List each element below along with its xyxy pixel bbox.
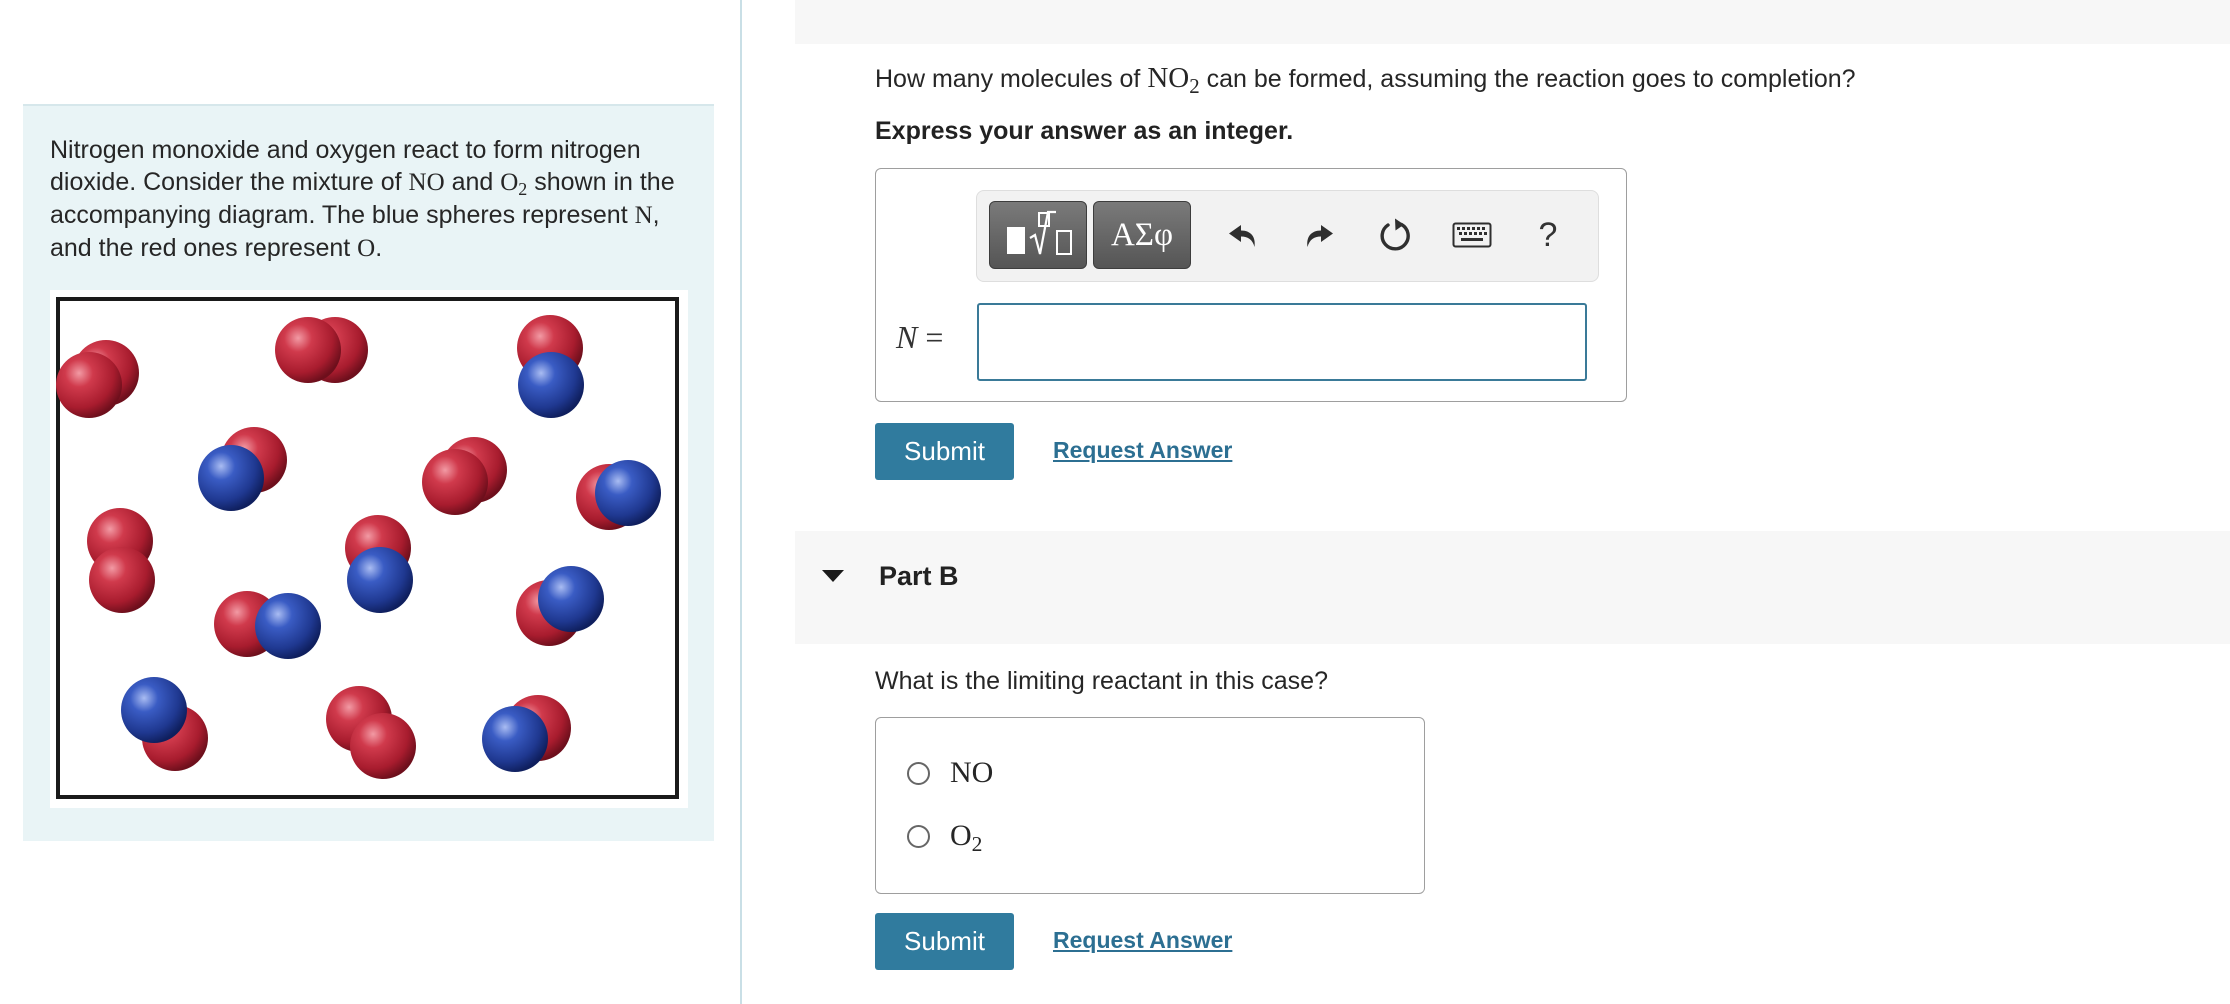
answer-format-instruction: Express your answer as an integer. bbox=[875, 117, 1294, 145]
part-a-request-answer-link[interactable]: Request Answer bbox=[1053, 437, 1232, 464]
no-molecule bbox=[517, 315, 584, 418]
redo-button[interactable] bbox=[1289, 205, 1349, 265]
nitrogen-atom bbox=[121, 677, 187, 743]
option-no[interactable]: NO bbox=[907, 753, 993, 793]
answer-variable-label: N = bbox=[896, 319, 944, 355]
undo-button[interactable] bbox=[1213, 205, 1273, 265]
symbol-oxygen: O bbox=[357, 235, 376, 262]
undo-icon bbox=[1229, 225, 1255, 247]
part-a-question: How many molecules of NO2 can be formed,… bbox=[875, 62, 1856, 98]
o2-molecule bbox=[87, 508, 155, 613]
fraction-radical-template-icon bbox=[1007, 210, 1072, 255]
no-molecule bbox=[345, 515, 413, 613]
oxygen-atom bbox=[422, 449, 488, 515]
nitrogen-atom bbox=[347, 547, 413, 613]
radio-button[interactable] bbox=[907, 824, 930, 848]
nitrogen-atom bbox=[198, 445, 264, 511]
part-a-header-band bbox=[795, 0, 2230, 44]
redo-icon bbox=[1307, 225, 1333, 247]
problem-statement-panel: Nitrogen monoxide and oxygen react to fo… bbox=[23, 104, 714, 841]
limiting-reactant-options: NO O2 bbox=[875, 717, 1425, 894]
answer-entry-box: ΑΣφ ? N = bbox=[875, 168, 1627, 402]
molecule-diagram-svg bbox=[56, 297, 679, 799]
radio-button[interactable] bbox=[907, 761, 930, 785]
reset-button[interactable] bbox=[1366, 205, 1426, 265]
option-o2[interactable]: O2 bbox=[907, 816, 982, 856]
molecule-mixture-diagram bbox=[50, 290, 688, 808]
formula-no2: NO2 bbox=[1147, 62, 1200, 98]
part-b-request-answer-link[interactable]: Request Answer bbox=[1053, 927, 1232, 954]
option-label: O2 bbox=[950, 819, 983, 857]
nitrogen-atom bbox=[255, 593, 321, 659]
part-b-title: Part B bbox=[879, 561, 959, 591]
oxygen-atom bbox=[56, 352, 122, 418]
oxygen-atom bbox=[275, 317, 341, 383]
pane-divider bbox=[740, 0, 742, 1004]
keyboard-icon bbox=[1452, 222, 1492, 248]
o2-molecule bbox=[275, 317, 368, 383]
nitrogen-atom bbox=[482, 706, 548, 772]
symbols-button[interactable]: ΑΣφ bbox=[1093, 201, 1191, 269]
help-button[interactable]: ? bbox=[1518, 205, 1578, 265]
oxygen-atom bbox=[350, 713, 416, 779]
formula-no: NO bbox=[408, 169, 445, 196]
part-b-submit-button[interactable]: Submit bbox=[875, 913, 1014, 970]
symbol-nitrogen: N bbox=[634, 202, 653, 229]
keyboard-button[interactable] bbox=[1442, 205, 1502, 265]
greek-symbols-label: ΑΣφ bbox=[1110, 216, 1174, 253]
answer-input[interactable] bbox=[977, 303, 1587, 381]
nitrogen-atom bbox=[518, 352, 584, 418]
oxygen-atom bbox=[89, 547, 155, 613]
problem-intro-text: Nitrogen monoxide and oxygen react to fo… bbox=[50, 136, 675, 262]
part-b-header[interactable]: Part B bbox=[795, 531, 2230, 644]
templates-button[interactable] bbox=[989, 201, 1087, 269]
nitrogen-atom bbox=[538, 566, 604, 632]
option-label: NO bbox=[950, 756, 994, 789]
math-toolbar: ΑΣφ ? bbox=[976, 190, 1599, 282]
reset-icon bbox=[1380, 218, 1410, 251]
caret-down-icon[interactable] bbox=[822, 570, 844, 582]
no-molecule bbox=[214, 591, 321, 659]
part-a-submit-button[interactable]: Submit bbox=[875, 423, 1014, 480]
nitrogen-atom bbox=[595, 460, 661, 526]
formula-o2: O2 bbox=[500, 169, 528, 200]
part-b-question: What is the limiting reactant in this ca… bbox=[875, 667, 1328, 695]
help-icon: ? bbox=[1538, 215, 1558, 254]
